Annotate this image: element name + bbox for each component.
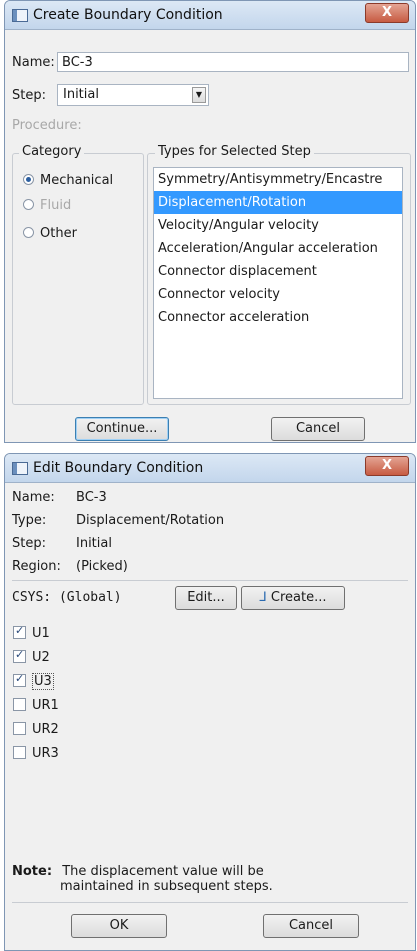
- radio-fluid: Fluid: [23, 198, 71, 213]
- continue-button[interactable]: Continue...: [75, 417, 169, 441]
- dof-ur3-label: UR3: [32, 746, 59, 761]
- note-line-1: The displacement value will be: [62, 864, 264, 879]
- dof-ur1-checkbox[interactable]: UR1: [13, 698, 59, 713]
- procedure-label: Procedure:: [12, 118, 82, 133]
- checkbox-checked-icon[interactable]: [13, 624, 26, 639]
- step-row: Step: Initial: [12, 536, 112, 551]
- dof-ur2-checkbox[interactable]: UR2: [13, 722, 59, 737]
- radio-fluid-label: Fluid: [40, 198, 72, 213]
- edit-dialog-title: Edit Boundary Condition: [33, 460, 204, 476]
- dof-u1-label: U1: [32, 626, 50, 641]
- window-icon: [12, 9, 28, 22]
- chevron-down-icon[interactable]: ▼: [192, 87, 206, 103]
- region-label: Region:: [12, 559, 61, 574]
- radio-mechanical-label: Mechanical: [40, 173, 114, 188]
- step-value: Initial: [76, 536, 112, 551]
- name-input[interactable]: BC-3: [57, 52, 409, 72]
- step-select-value: Initial: [63, 87, 99, 102]
- list-item[interactable]: Connector acceleration: [154, 306, 402, 329]
- radio-selected-icon[interactable]: [23, 174, 34, 185]
- list-item[interactable]: Connector displacement: [154, 260, 402, 283]
- note-line-2: maintained in subsequent steps.: [60, 879, 273, 894]
- radio-other-label: Other: [40, 226, 77, 241]
- radio-other[interactable]: Other: [23, 226, 77, 241]
- name-label: Name:: [12, 55, 55, 70]
- cancel-button[interactable]: Cancel: [263, 914, 359, 938]
- edit-csys-button[interactable]: Edit...: [175, 586, 237, 610]
- dof-u3-label: U3: [32, 673, 54, 690]
- checkbox-unchecked-icon[interactable]: [13, 722, 26, 735]
- note-label: Note:: [12, 864, 53, 879]
- dof-u2-checkbox[interactable]: U2: [13, 648, 50, 665]
- type-label: Type:: [12, 513, 47, 528]
- dof-ur1-label: UR1: [32, 698, 59, 713]
- close-icon[interactable]: X: [365, 456, 409, 476]
- region-value: (Picked): [76, 559, 128, 574]
- checkbox-unchecked-icon[interactable]: [13, 698, 26, 711]
- close-icon[interactable]: X: [365, 3, 409, 23]
- csys-value: (Global): [58, 590, 122, 605]
- dof-u2-label: U2: [32, 650, 50, 665]
- types-title: Types for Selected Step: [155, 144, 314, 159]
- axes-icon: ⅃: [259, 590, 267, 605]
- step-label: Step:: [12, 536, 46, 551]
- step-select[interactable]: Initial ▼: [57, 84, 209, 106]
- step-label: Step:: [12, 88, 46, 103]
- dof-u3-checkbox[interactable]: U3: [13, 672, 54, 690]
- create-boundary-condition-dialog: Create Boundary Condition X Name: BC-3 S…: [4, 0, 416, 443]
- divider: [12, 580, 408, 581]
- checkbox-checked-icon[interactable]: [13, 648, 26, 663]
- category-group: [12, 153, 144, 405]
- dof-ur3-checkbox[interactable]: UR3: [13, 746, 59, 761]
- list-item-selected[interactable]: Displacement/Rotation: [154, 191, 402, 214]
- checkbox-unchecked-icon[interactable]: [13, 746, 26, 759]
- radio-unselected-icon: [23, 199, 34, 210]
- radio-unselected-icon[interactable]: [23, 227, 34, 238]
- note: Note: The displacement value will be mai…: [12, 864, 273, 894]
- list-item[interactable]: Acceleration/Angular acceleration: [154, 237, 402, 260]
- region-row: Region: (Picked): [12, 559, 128, 574]
- divider: [12, 902, 408, 903]
- cancel-button[interactable]: Cancel: [271, 417, 365, 441]
- list-item[interactable]: Velocity/Angular velocity: [154, 214, 402, 237]
- radio-mechanical[interactable]: Mechanical: [23, 173, 113, 188]
- name-label: Name:: [12, 490, 55, 505]
- list-item[interactable]: Symmetry/Antisymmetry/Encastre: [154, 168, 402, 191]
- edit-boundary-condition-dialog: Edit Boundary Condition X Name: BC-3 Type…: [4, 453, 416, 951]
- ok-button[interactable]: OK: [71, 914, 167, 938]
- create-dialog-title: Create Boundary Condition: [33, 7, 223, 23]
- dof-u1-checkbox[interactable]: U1: [13, 624, 50, 641]
- checkbox-checked-icon[interactable]: [13, 672, 26, 687]
- type-value: Displacement/Rotation: [76, 513, 225, 528]
- dof-ur2-label: UR2: [32, 722, 59, 737]
- csys-label-text: CSYS:: [12, 590, 52, 605]
- create-dialog-titlebar[interactable]: Create Boundary Condition X: [5, 1, 415, 30]
- edit-dialog-titlebar[interactable]: Edit Boundary Condition X: [5, 454, 415, 483]
- csys-label: CSYS: (Global): [12, 590, 122, 605]
- window-icon: [12, 462, 28, 475]
- category-title: Category: [19, 144, 85, 159]
- name-row: Name: BC-3: [12, 490, 107, 505]
- list-item[interactable]: Connector velocity: [154, 283, 402, 306]
- create-csys-label: Create...: [270, 590, 327, 605]
- type-row: Type: Displacement/Rotation: [12, 513, 224, 528]
- create-csys-button[interactable]: ⅃ Create...: [241, 586, 345, 610]
- types-listbox[interactable]: Symmetry/Antisymmetry/Encastre Displacem…: [153, 167, 403, 399]
- name-value: BC-3: [76, 490, 107, 505]
